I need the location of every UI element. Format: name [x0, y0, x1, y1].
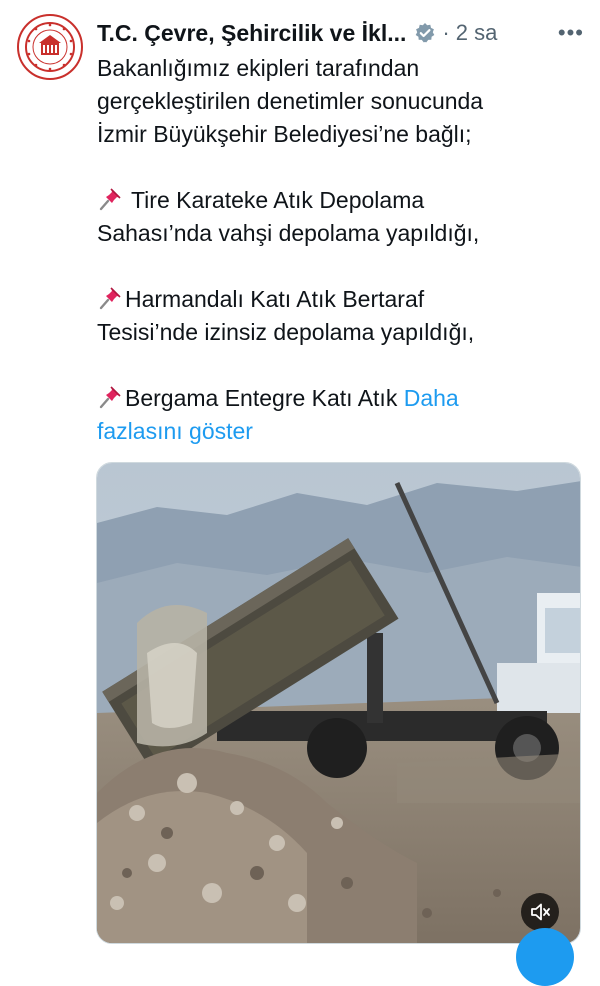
mute-toggle-button[interactable]: [521, 893, 559, 931]
intro-paragraph: Bakanlığımız ekipleri tarafından gerçekl…: [97, 52, 577, 151]
author-avatar[interactable]: [17, 14, 83, 80]
ministry-logo-icon: [25, 22, 75, 72]
show-more-link[interactable]: fazlasını göster: [97, 418, 253, 444]
list-item-harmandali: Harmandalı Katı Atık Bertaraf Tesisi’nde…: [97, 283, 577, 349]
post-timestamp[interactable]: 2 sa: [456, 20, 498, 46]
list-item-tire: Tire Karateke Atık Depolama Sahası’nda v…: [97, 184, 577, 250]
pushpin-icon: [99, 287, 121, 310]
text-line: Harmandalı Katı Atık Bertaraf: [125, 286, 425, 312]
text-line: Tire Karateke Atık Depolama: [130, 187, 425, 213]
text-line: Bakanlığımız ekipleri tarafından: [97, 55, 420, 81]
compose-fab[interactable]: [516, 928, 574, 986]
post-header: T.C. Çevre, Şehircilik ve İkl... · 2 sa …: [97, 16, 584, 50]
list-item-bergama: Bergama Entegre Katı Atık Daha fazlasını…: [97, 382, 577, 448]
post-video[interactable]: [96, 462, 581, 944]
text-line: Sahası’nda vahşi depolama yapıldığı,: [97, 220, 480, 246]
pushpin-icon: [99, 386, 121, 409]
more-options-button[interactable]: •••: [558, 20, 584, 46]
volume-muted-icon: [531, 903, 550, 921]
text-line: Bergama Entegre Katı Atık: [125, 385, 398, 411]
show-more-link[interactable]: Daha: [404, 385, 459, 411]
separator-dot: ·: [442, 20, 450, 45]
video-frame: [97, 463, 580, 943]
pushpin-icon: [99, 188, 121, 211]
text-line: Tesisi’nde izinsiz depolama yapıldığı,: [97, 319, 475, 345]
author-name[interactable]: T.C. Çevre, Şehircilik ve İkl...: [97, 20, 406, 47]
verified-badge-icon[interactable]: [414, 22, 436, 44]
text-line: İzmir Büyükşehir Belediyesi’ne bağlı;: [97, 121, 472, 147]
text-line: gerçekleştirilen denetimler sonucunda: [97, 88, 484, 114]
post-text: Bakanlığımız ekipleri tarafından gerçekl…: [97, 52, 577, 448]
